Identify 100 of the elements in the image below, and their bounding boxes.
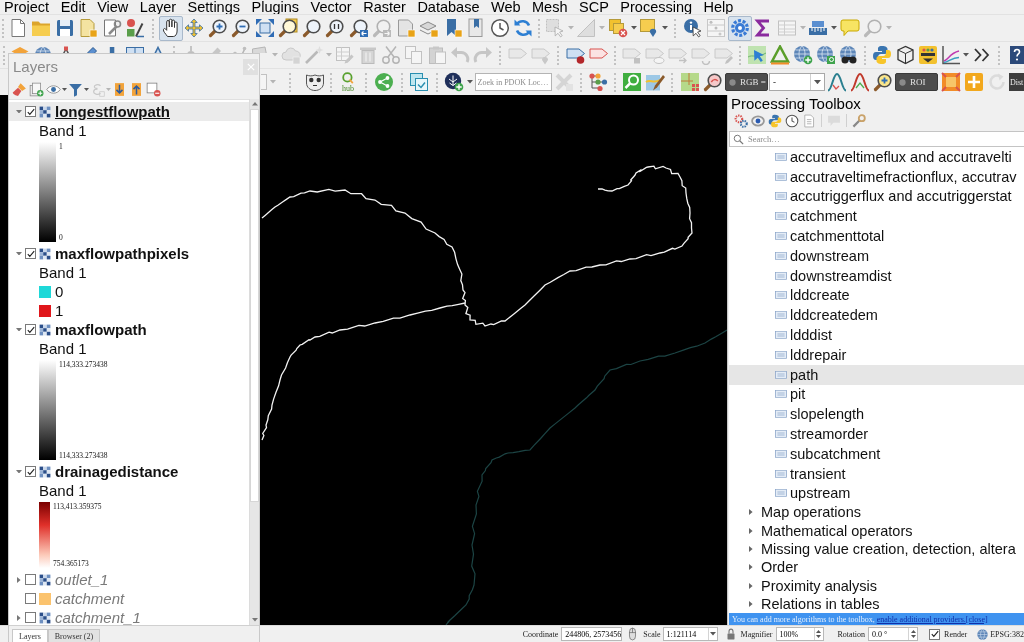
menu-item[interactable]: Web (490, 0, 521, 14)
menu-item[interactable]: Help (703, 0, 734, 14)
layer-checkbox[interactable] (25, 593, 36, 604)
grid-icon[interactable] (124, 45, 145, 53)
algorithm-item[interactable]: slopelength (790, 405, 865, 424)
magnifier-icon[interactable] (301, 18, 322, 38)
menu-item[interactable]: Layer (139, 0, 177, 14)
menu-item[interactable]: Mesh (532, 0, 568, 14)
refresh-icon[interactable] (513, 18, 534, 38)
layer-name[interactable]: longestflowpath (55, 102, 170, 121)
add-group-icon[interactable] (29, 81, 44, 97)
cube-icon[interactable] (894, 45, 915, 65)
document-wrench-icon[interactable] (101, 18, 122, 38)
clock-icon[interactable] (489, 18, 510, 38)
gear-button[interactable] (728, 15, 752, 41)
bell-curve-icon[interactable] (826, 72, 847, 92)
scale-combo[interactable]: 1:121114 (662, 627, 718, 641)
paint-brush-icon[interactable] (12, 81, 27, 97)
map-grid-icon[interactable] (679, 72, 700, 92)
caret-right-icon[interactable] (749, 509, 753, 516)
caret-down-icon[interactable] (466, 80, 473, 84)
menu-item[interactable]: Raster (363, 0, 406, 14)
magnifier-ratio-icon[interactable] (325, 18, 346, 38)
stacked-squares-icon[interactable] (409, 72, 429, 92)
caret-down-icon[interactable] (662, 26, 668, 30)
layer-name[interactable]: maxflowpathpixels (55, 244, 190, 263)
hub-button[interactable]: hub (336, 69, 360, 95)
gears-icon[interactable] (733, 113, 748, 128)
caret-right-icon[interactable] (749, 564, 753, 571)
wrench-icon[interactable] (851, 113, 866, 128)
layer-checkbox[interactable] (25, 106, 36, 117)
caret-right-icon[interactable] (749, 527, 753, 534)
magnifier-back-icon[interactable] (348, 18, 369, 38)
search-icon[interactable] (621, 72, 642, 92)
caret-right-icon[interactable] (17, 576, 21, 583)
layer-checkbox[interactable] (25, 324, 36, 335)
tag-dot-icon[interactable] (565, 45, 586, 65)
clock-icon[interactable] (784, 113, 799, 128)
node-tree-icon[interactable] (587, 72, 608, 92)
locator-search-field[interactable]: Zoek in PDOK Loc… (474, 73, 552, 91)
move-arrows-icon[interactable] (184, 18, 205, 38)
magnifier-page-icon[interactable] (278, 18, 299, 38)
layer-name[interactable]: catchment_1 (55, 608, 141, 625)
scrollbar[interactable] (249, 99, 259, 625)
magnifier-icon[interactable] (702, 72, 723, 92)
coordinate-field[interactable]: 244806, 2573456 (561, 627, 623, 641)
group-item[interactable]: Missing value creation, detection, altera (761, 540, 1016, 559)
map-pencil-icon[interactable] (644, 72, 665, 92)
line-chart-icon[interactable] (940, 45, 961, 65)
caret-down-icon[interactable] (831, 26, 837, 30)
menu-item[interactable]: Edit (60, 0, 86, 14)
arrow-down-page-icon[interactable] (112, 81, 127, 97)
caret-right-icon[interactable] (749, 546, 753, 553)
algorithm-item[interactable]: catchmenttotal (790, 227, 885, 246)
algorithm-item[interactable]: subcatchment (790, 444, 881, 463)
group-item[interactable]: Order (761, 558, 799, 577)
lock-icon[interactable] (725, 628, 736, 640)
globe-plus-icon[interactable] (792, 45, 813, 65)
algorithm-item[interactable]: accutraveltimefractionflux, accutrav (790, 167, 1017, 186)
document-badge-icon[interactable] (78, 18, 99, 38)
map-cursor-icon[interactable] (746, 45, 767, 65)
algorithm-item[interactable]: lddcreate (790, 286, 850, 305)
ruler-icon[interactable] (808, 18, 829, 38)
algorithm-item[interactable]: catchment (790, 207, 857, 226)
menu-item[interactable]: Processing (620, 0, 693, 14)
menu-item[interactable]: Settings (187, 0, 240, 14)
layer-name[interactable]: maxflowpath (55, 320, 147, 339)
algorithm-item[interactable]: downstreamdist (790, 266, 892, 285)
group-item[interactable]: Mathematical operators (761, 521, 913, 540)
roi-button[interactable]: ROI (895, 73, 938, 91)
triangle-outline-icon[interactable] (769, 45, 790, 65)
filter-icon[interactable] (68, 81, 83, 97)
rgb-button[interactable]: RGB = (725, 73, 768, 91)
info-cursor-icon[interactable] (682, 18, 703, 38)
circle-plus-icon[interactable] (444, 72, 464, 92)
mouse-icon[interactable] (627, 627, 639, 641)
algorithm-item[interactable]: accutriggerflux and accutriggerstat (790, 187, 1012, 206)
dist-button[interactable]: Dist (1009, 73, 1024, 91)
caret-right-icon[interactable] (749, 582, 753, 589)
expand-arrows-icon[interactable] (254, 18, 275, 38)
layer-checkbox[interactable] (25, 612, 36, 623)
snake-icon[interactable] (871, 45, 892, 65)
bell-curve-icon[interactable] (849, 72, 870, 92)
zoom-in-icon[interactable] (872, 72, 893, 92)
menu-item[interactable]: Database (417, 0, 480, 14)
menu-item[interactable]: Project (4, 0, 50, 14)
zoom-out-icon[interactable] (231, 18, 252, 38)
algorithm-item[interactable]: path (790, 365, 819, 384)
ring-dot-icon[interactable] (750, 113, 765, 128)
tab[interactable]: Layers (12, 629, 48, 642)
menu-item[interactable]: View (97, 0, 129, 14)
snake-icon[interactable] (767, 113, 782, 128)
group-item[interactable]: Map operations (761, 503, 861, 522)
algorithm-item[interactable]: accutraveltimeflux and accutravelti (790, 147, 1012, 166)
caret-down-icon[interactable] (16, 469, 22, 474)
caret-down-icon[interactable] (16, 109, 22, 114)
layer-name[interactable]: catchment (55, 589, 125, 608)
layer-name[interactable]: drainagedistance (55, 462, 179, 481)
shapes-pencil-icon[interactable] (125, 18, 146, 38)
crs-button[interactable]: EPSG:382 (990, 629, 1024, 639)
